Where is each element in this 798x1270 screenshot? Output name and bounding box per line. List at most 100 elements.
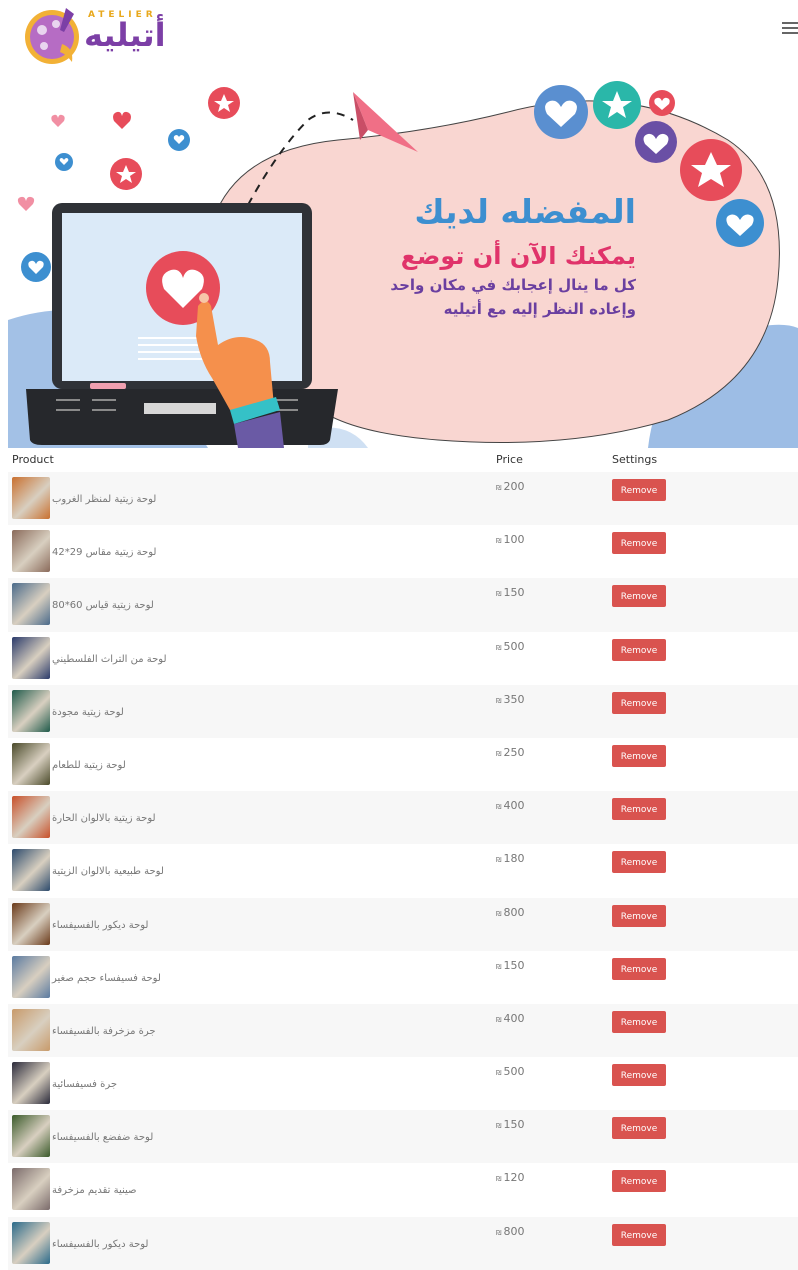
product-thumbnail[interactable] [12, 1008, 50, 1051]
product-price: ₪ 500 [496, 640, 525, 653]
remove-button[interactable]: Remove [612, 1117, 666, 1140]
currency-symbol: ₪ [496, 590, 502, 599]
product-thumbnail[interactable] [12, 1168, 50, 1211]
currency-symbol: ₪ [496, 696, 502, 705]
favorites-banner: المفضله لديك يمكنك الآن أن توضع كل ما ين… [8, 70, 798, 448]
atelier-logo[interactable]: ATELIER أتيليه [22, 4, 166, 66]
currency-symbol: ₪ [496, 909, 502, 918]
hamburger-menu-icon[interactable] [782, 22, 798, 36]
table-row: لوحة ضفضع بالفسيفساء ₪ 150 Remove [8, 1110, 798, 1164]
product-name[interactable]: لوحة طبيعية بالالوان الزيتية [52, 866, 164, 877]
column-header-price: Price [496, 453, 523, 466]
currency-symbol: ₪ [496, 643, 502, 652]
product-thumbnail[interactable] [12, 1221, 50, 1264]
table-row: لوحة زيتية للطعام ₪ 250 Remove [8, 738, 798, 791]
currency-symbol: ₪ [496, 1069, 502, 1078]
currency-symbol: ₪ [496, 856, 502, 865]
price-value: 150 [503, 1118, 525, 1132]
table-row: لوحة طبيعية بالالوان الزيتية ₪ 180 Remove [8, 844, 798, 897]
product-name[interactable]: لوحة زيتية للطعام [52, 760, 126, 771]
product-name[interactable]: لوحة زيتية بالالوان الحارة [52, 813, 156, 824]
remove-button[interactable]: Remove [612, 957, 666, 980]
product-price: ₪ 400 [496, 799, 525, 812]
banner-description-line-1: كل ما ينال إعجابك في مكان واحد [390, 276, 636, 294]
remove-button[interactable]: Remove [612, 691, 666, 714]
product-price: ₪ 800 [496, 1225, 525, 1238]
remove-button[interactable]: Remove [612, 904, 666, 927]
banner-title: المفضله لديك [414, 192, 636, 231]
remove-button[interactable]: Remove [612, 585, 666, 608]
product-price: ₪ 100 [496, 533, 525, 546]
product-name[interactable]: لوحة زيتية لمنظر الغروب [52, 494, 156, 505]
banner-description-line-2: وإعاده النظر إليه مع أتيليه [443, 300, 636, 318]
product-name[interactable]: لوحة زيتية قياس 60*80 [52, 600, 154, 611]
table-row: جرة مزخرفة بالفسيفساء ₪ 400 Remove [8, 1003, 798, 1058]
price-value: 350 [503, 692, 525, 706]
remove-button[interactable]: Remove [612, 1223, 666, 1246]
currency-symbol: ₪ [496, 962, 502, 971]
table-row: لوحة زيتية قياس 60*80 ₪ 150 Remove [8, 578, 798, 632]
product-price: ₪ 500 [496, 1065, 525, 1078]
product-name[interactable]: جرة مزخرفة بالفسيفساء [52, 1026, 156, 1037]
remove-button[interactable]: Remove [612, 1010, 666, 1033]
currency-symbol: ₪ [496, 1015, 502, 1024]
product-thumbnail[interactable] [12, 1062, 50, 1105]
product-thumbnail[interactable] [12, 1115, 50, 1158]
product-thumbnail[interactable] [12, 477, 50, 519]
product-price: ₪ 250 [496, 746, 525, 759]
product-name[interactable]: صينية تقديم مزخرفة [52, 1185, 137, 1196]
product-price: ₪ 150 [496, 586, 525, 599]
column-header-settings: Settings [612, 453, 658, 466]
currency-symbol: ₪ [496, 1122, 502, 1131]
product-thumbnail[interactable] [12, 530, 50, 573]
remove-button[interactable]: Remove [612, 638, 666, 661]
product-thumbnail[interactable] [12, 742, 50, 785]
price-value: 200 [503, 480, 525, 493]
product-name[interactable]: لوحة من التراث الفلسطيني [52, 654, 167, 665]
product-name[interactable]: لوحة ديكور بالفسيفساء [52, 920, 148, 931]
price-value: 500 [503, 1065, 525, 1079]
product-thumbnail[interactable] [12, 689, 50, 732]
product-price: ₪ 150 [496, 959, 525, 972]
price-value: 120 [503, 1171, 525, 1185]
product-thumbnail[interactable] [12, 902, 50, 945]
remove-button[interactable]: Remove [612, 798, 666, 821]
remove-button[interactable]: Remove [612, 744, 666, 767]
price-value: 100 [503, 533, 525, 547]
remove-button[interactable]: Remove [612, 479, 666, 501]
remove-button[interactable]: Remove [612, 851, 666, 874]
table-row: لوحة زيتية مقاس 29*42 ₪ 100 Remove [8, 525, 798, 578]
product-name[interactable]: لوحة ضفضع بالفسيفساء [52, 1132, 153, 1143]
price-value: 800 [503, 905, 525, 919]
favorites-table: Product Price Settings لوحة زيتية لمنظر … [8, 448, 798, 1270]
product-name[interactable]: لوحة ديكور بالفسيفساء [52, 1239, 148, 1250]
logo-arabic-text: أتيليه [84, 16, 166, 54]
product-name[interactable]: لوحة زيتية مقاس 29*42 [52, 547, 156, 558]
table-row: لوحة زيتية مجودة ₪ 350 Remove [8, 684, 798, 738]
remove-button[interactable]: Remove [612, 532, 666, 555]
table-body: لوحة زيتية لمنظر الغروب ₪ 200 Remove لوحة زي… [8, 472, 798, 1270]
product-price: ₪ 180 [496, 852, 525, 865]
product-thumbnail[interactable] [12, 849, 50, 892]
product-thumbnail[interactable] [12, 955, 50, 998]
product-name[interactable]: جرة فسيفسائية [52, 1079, 117, 1090]
product-name[interactable]: لوحة فسيفساء حجم صغير [52, 973, 161, 984]
product-price: ₪ 150 [496, 1118, 525, 1131]
banner-subtitle: يمكنك الآن أن توضع [400, 242, 636, 270]
remove-button[interactable]: Remove [612, 1064, 666, 1087]
price-value: 500 [503, 639, 525, 653]
product-price: ₪ 350 [496, 693, 525, 706]
currency-symbol: ₪ [496, 803, 502, 812]
table-row: لوحة من التراث الفلسطيني ₪ 500 Remove [8, 632, 798, 685]
table-row: لوحة ديكور بالفسيفساء ₪ 800 Remove [8, 1216, 798, 1270]
price-value: 400 [503, 1011, 525, 1025]
product-thumbnail[interactable] [12, 583, 50, 626]
currency-symbol: ₪ [496, 537, 502, 546]
product-thumbnail[interactable] [12, 636, 50, 679]
product-name[interactable]: لوحة زيتية مجودة [52, 707, 124, 718]
product-price: ₪ 400 [496, 1012, 525, 1025]
product-thumbnail[interactable] [12, 796, 50, 839]
remove-button[interactable]: Remove [612, 1170, 666, 1193]
product-price: ₪ 200 [496, 480, 525, 493]
palette-logo-icon [25, 8, 79, 64]
